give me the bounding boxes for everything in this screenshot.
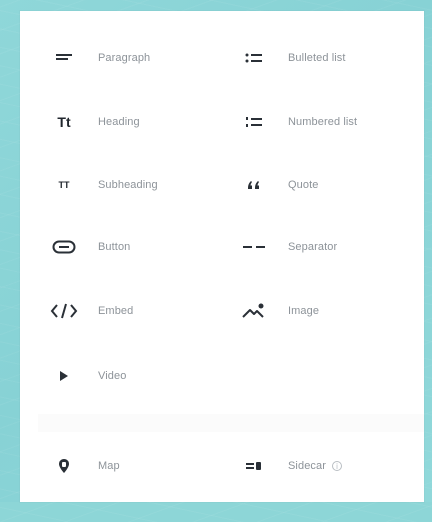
block-option-heading[interactable]: Tt Heading [50, 102, 230, 142]
block-option-video[interactable]: Video [50, 356, 230, 396]
block-option-subheading[interactable]: TT Subheading [50, 165, 230, 205]
block-option-quote[interactable]: Quote [240, 165, 420, 205]
subheading-glyph: TT [58, 179, 70, 190]
quote-icon [240, 171, 268, 199]
bulleted-list-label: Bulleted list [288, 52, 346, 64]
info-icon[interactable]: i [332, 461, 342, 471]
bulleted-list-icon [240, 44, 268, 72]
subheading-icon: TT [50, 171, 78, 199]
numbered-list-icon [240, 108, 268, 136]
subheading-label: Subheading [98, 179, 158, 191]
embed-label: Embed [98, 305, 134, 317]
heading-glyph: Tt [57, 114, 71, 130]
quote-label: Quote [288, 179, 319, 191]
sidecar-icon [240, 452, 268, 480]
separator-label: Separator [288, 241, 338, 253]
numbered-list-label: Numbered list [288, 116, 358, 128]
image-label: Image [288, 305, 320, 317]
button-label: Button [98, 241, 131, 253]
video-icon [50, 362, 78, 390]
heading-icon: Tt [50, 108, 78, 136]
section-divider-band [38, 414, 424, 432]
block-option-numbered-list[interactable]: Numbered list [240, 102, 420, 142]
block-option-embed[interactable]: Embed [50, 291, 230, 331]
block-option-sidecar[interactable]: Sidecar i [240, 446, 420, 486]
block-option-paragraph[interactable]: Paragraph [50, 38, 230, 78]
separator-icon [240, 233, 268, 261]
map-icon [50, 452, 78, 480]
map-label: Map [98, 460, 120, 472]
button-icon [50, 233, 78, 261]
block-insert-panel: Paragraph Bulleted list Tt Heading Numbe… [20, 11, 424, 502]
block-option-map[interactable]: Map [50, 446, 230, 486]
embed-icon [50, 297, 78, 325]
paragraph-icon [50, 44, 78, 72]
block-option-image[interactable]: Image [240, 291, 420, 331]
sidecar-label: Sidecar [288, 460, 326, 472]
info-glyph: i [336, 462, 338, 471]
block-option-separator[interactable]: Separator [240, 227, 420, 267]
block-option-bulleted-list[interactable]: Bulleted list [240, 38, 420, 78]
video-label: Video [98, 370, 127, 382]
image-icon [240, 297, 268, 325]
heading-label: Heading [98, 116, 140, 128]
block-option-button[interactable]: Button [50, 227, 230, 267]
paragraph-label: Paragraph [98, 52, 151, 64]
